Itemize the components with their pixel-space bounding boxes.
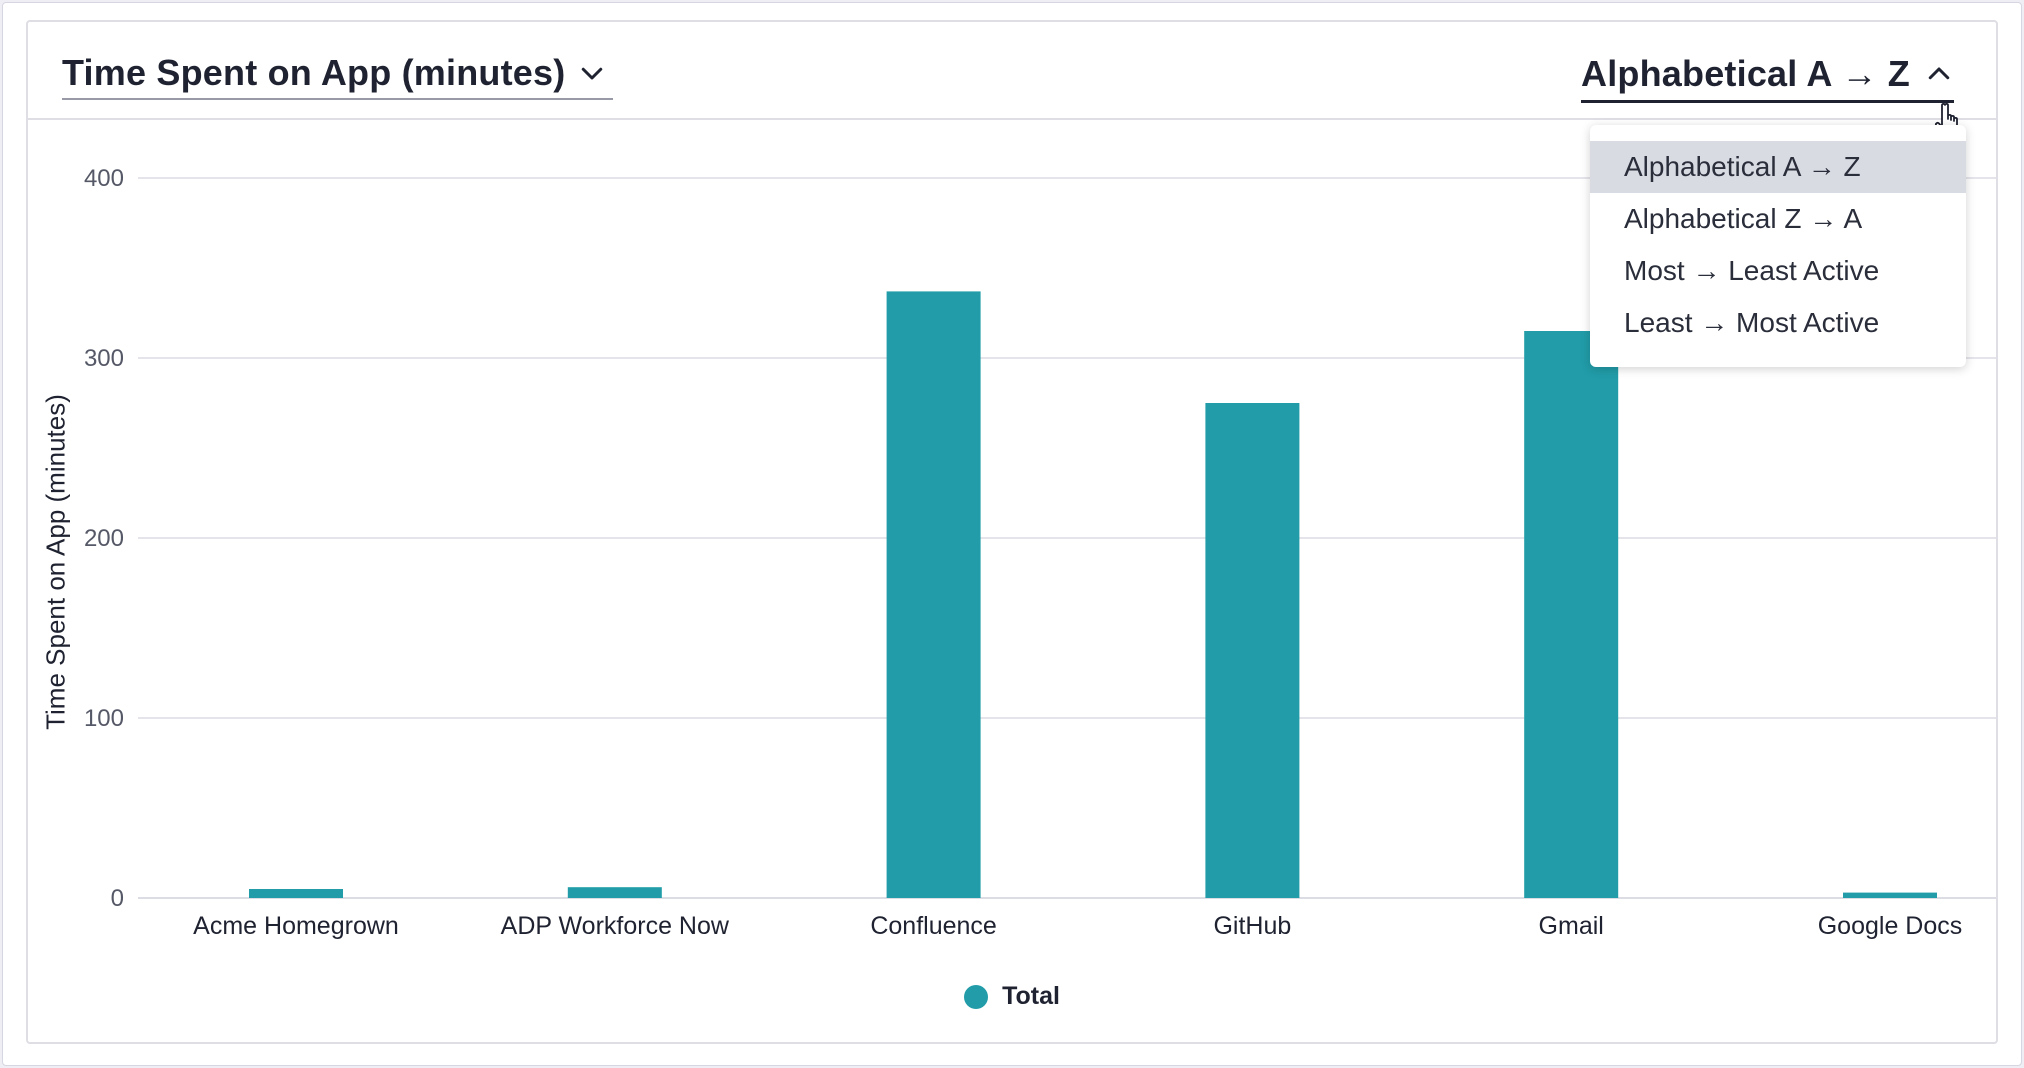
legend[interactable]: Total <box>28 982 1996 1011</box>
x-tick-label: GitHub <box>1213 912 1291 940</box>
sort-option[interactable]: Alphabetical A → Z <box>1590 141 1966 193</box>
bar-adp-workforce-now[interactable] <box>567 887 662 898</box>
chart-card: Time Spent on App (minutes) Alphabetical… <box>26 20 1998 1044</box>
legend-label: Total <box>1002 982 1060 1010</box>
bar-github[interactable] <box>1205 403 1300 898</box>
y-tick-label: 100 <box>84 705 124 732</box>
y-tick-label: 0 <box>111 885 124 912</box>
bar-google-docs[interactable] <box>1843 892 1937 898</box>
bar-acme-homegrown[interactable] <box>249 889 343 898</box>
sort-option[interactable]: Least → Most Active <box>1590 297 1966 349</box>
x-tick-label: Acme Homegrown <box>193 912 399 940</box>
sort-option[interactable]: Most → Least Active <box>1590 245 1966 297</box>
bar-confluence[interactable] <box>886 291 981 898</box>
bar-gmail[interactable] <box>1524 331 1619 898</box>
x-tick-label: Gmail <box>1539 912 1604 940</box>
sort-option[interactable]: Alphabetical Z → A <box>1590 193 1966 245</box>
x-tick-label: Google Docs <box>1818 912 1963 940</box>
legend-swatch <box>964 984 989 1009</box>
x-tick-label: ADP Workforce Now <box>501 912 730 940</box>
y-tick-label: 400 <box>84 165 124 192</box>
sort-dropdown-menu: Alphabetical A → Z Alphabetical Z → A Most… <box>1590 125 1966 367</box>
y-tick-label: 200 <box>84 525 124 552</box>
y-tick-label: 300 <box>84 345 124 372</box>
x-tick-label: Confluence <box>870 912 996 940</box>
